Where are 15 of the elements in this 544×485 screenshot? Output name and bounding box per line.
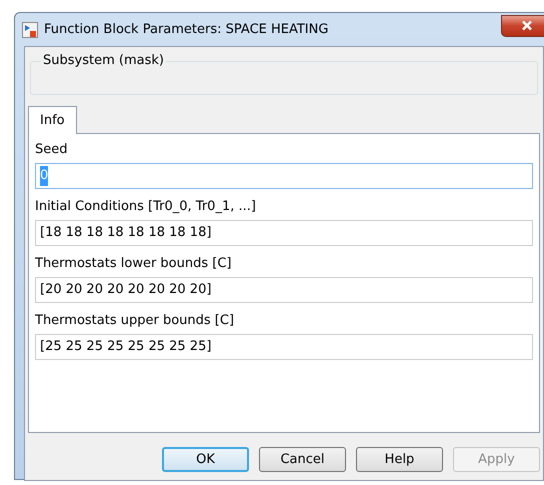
field-label: Seed [35,141,68,158]
dialog-button[interactable]: OK [162,447,249,472]
input-field[interactable]: [18 18 18 18 18 18 18 18] [35,220,533,246]
field-label: Initial Conditions [Tr0_0, Tr0_1, ...] [35,198,257,215]
tab[interactable]: Info [28,106,77,134]
field-label: Thermostats lower bounds [C] [35,255,232,272]
field-label: Thermostats upper bounds [C] [35,312,236,329]
input-field[interactable]: [20 20 20 20 20 20 20 20] [35,277,533,303]
close-button[interactable] [501,14,544,36]
dialog-button[interactable]: Cancel [259,447,346,472]
block-icon [22,22,38,38]
dialog-button[interactable]: Help [356,447,443,472]
window-title: Function Block Parameters: SPACE HEATING [44,20,328,39]
close-icon [521,20,533,31]
input-field[interactable]: [25 25 25 25 25 25 25 25] [35,334,533,360]
